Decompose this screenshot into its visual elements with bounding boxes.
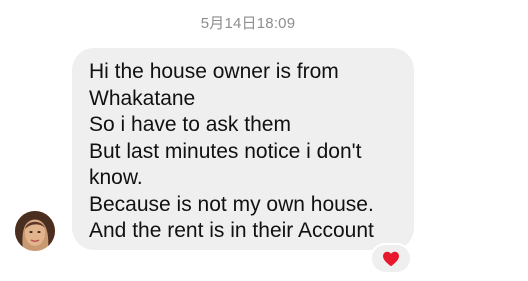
message-text-line: So i have to ask them (89, 113, 291, 136)
message-bubble[interactable]: Hi the house owner is from Whakatane So … (72, 48, 414, 250)
message-text-line: But last minutes notice i don't (89, 139, 362, 163)
avatar-image (15, 211, 55, 251)
message-text-line: And the rent is in their Account (89, 219, 374, 242)
sender-avatar[interactable] (15, 211, 55, 251)
heart-reaction-badge[interactable] (370, 243, 412, 274)
message-text-line: Hi the house owner is from (89, 60, 339, 83)
red-heart-icon (383, 251, 399, 266)
message-text-line: know. (89, 166, 143, 189)
message-timestamp: 5月14日18:09 (200, 15, 296, 32)
message-text-line: Because is not my own house. (89, 192, 374, 216)
message-text-line: Whakatane (89, 86, 196, 110)
